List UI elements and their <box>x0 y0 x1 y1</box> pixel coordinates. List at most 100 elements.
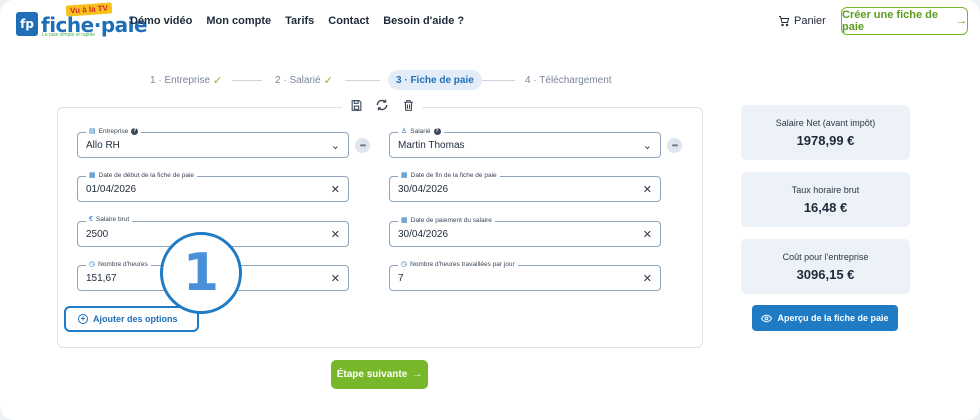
date-fin-label-wrap: ▦ Date de fin de la fiche de paie <box>398 171 500 179</box>
clock-icon: ◷ <box>401 261 408 268</box>
entreprise-value: Allo RH <box>86 140 120 151</box>
date-debut-label-wrap: ▦ Date de début de la fiche de paie <box>86 171 198 179</box>
card-toolbar <box>342 97 422 113</box>
arrow-right-icon: → <box>956 15 967 27</box>
employer-cost-value: 3096,15 € <box>796 267 855 282</box>
date-debut-input[interactable]: ▦ Date de début de la fiche de paie 01/0… <box>77 171 349 202</box>
clear-icon[interactable]: ✕ <box>331 272 340 285</box>
date-debut-label: Date de début de la fiche de paie <box>98 171 195 179</box>
clear-icon[interactable]: ✕ <box>643 272 652 285</box>
annotation-callout: 1 <box>160 232 242 314</box>
date-paiement-value: 30/04/2026 <box>398 229 449 240</box>
nav-item-contact[interactable]: Contact <box>328 15 369 27</box>
heures-value: 151,67 <box>86 273 117 284</box>
clear-icon[interactable]: ✕ <box>643 183 652 196</box>
payslip-preview-label: Aperçu de la fiche de paie <box>777 313 889 323</box>
eye-icon <box>761 314 773 322</box>
step-label: 1 · Entreprise <box>150 74 211 86</box>
refresh-icon[interactable] <box>374 97 390 113</box>
date-fin-label: Date de fin de la fiche de paie <box>410 171 497 179</box>
plus-circle-icon: + <box>78 314 88 324</box>
entreprise-more-button[interactable]: ••• <box>355 138 370 153</box>
step-connector <box>482 80 515 81</box>
salarie-more-button[interactable]: ••• <box>667 138 682 153</box>
hourly-rate-card: Taux horaire brut 16,48 € <box>741 172 910 227</box>
clear-icon[interactable]: ✕ <box>331 183 340 196</box>
nav-item-pricing[interactable]: Tarifs <box>285 15 314 27</box>
create-payslip-label: Créer une fiche de paie <box>842 9 938 33</box>
salaire-brut-label-wrap: € Salaire brut <box>86 216 133 223</box>
logo-tagline: La paie simple et rapide <box>42 32 96 38</box>
nav-item-help[interactable]: Besoin d'aide ? <box>383 15 464 27</box>
payslip-preview-button[interactable]: Aperçu de la fiche de paie <box>752 305 898 331</box>
logo[interactable]: fp fiche·paie Vu à la TV La paie simple … <box>16 2 148 38</box>
heures-jour-input[interactable]: ◷ Nombre d'heures travaillées par jour 7… <box>389 260 661 291</box>
help-icon[interactable]: ? <box>433 127 441 135</box>
annotation-number: 1 <box>182 243 220 303</box>
clock-icon: ◷ <box>89 261 96 268</box>
entreprise-label: Entreprise <box>98 127 129 135</box>
date-fin-value: 30/04/2026 <box>398 184 449 195</box>
nav-item-account[interactable]: Mon compte <box>206 15 271 27</box>
trash-icon[interactable] <box>400 97 416 113</box>
calendar-icon: ▦ <box>401 172 408 179</box>
date-paiement-input[interactable]: ▦ Date de paiement du salaire 30/04/2026… <box>389 216 661 247</box>
app-frame: fp fiche·paie Vu à la TV La paie simple … <box>0 0 980 420</box>
save-icon[interactable] <box>348 97 364 113</box>
salarie-label: Salarié <box>410 127 431 135</box>
heures-jour-label-wrap: ◷ Nombre d'heures travaillées par jour <box>398 260 518 268</box>
step-connector <box>232 80 262 81</box>
header: fp fiche·paie Vu à la TV La paie simple … <box>0 0 980 44</box>
heures-label: Nombre d'heures <box>98 260 148 268</box>
user-icon: ♙ <box>401 128 408 135</box>
entreprise-select[interactable]: ▤ Entreprise ? Allo RH ⌄ <box>77 127 349 158</box>
date-paiement-label-wrap: ▦ Date de paiement du salaire <box>398 216 495 224</box>
clear-icon[interactable]: ✕ <box>331 228 340 241</box>
help-icon[interactable]: ? <box>131 127 139 135</box>
clear-icon[interactable]: ✕ <box>643 228 652 241</box>
hourly-rate-value: 16,48 € <box>803 200 848 215</box>
step-telechargement[interactable]: 4 · Téléchargement <box>525 70 612 90</box>
date-debut-value: 01/04/2026 <box>86 184 137 195</box>
stepper: 1 · Entreprise ✓ 2 · Salarié ✓ 3 · Fiche… <box>0 70 980 90</box>
check-icon: ✓ <box>323 74 333 87</box>
step-salarie[interactable]: 2 · Salarié ✓ <box>275 70 333 90</box>
date-paiement-label: Date de paiement du salaire <box>410 216 492 224</box>
net-salary-value: 1978,99 € <box>796 133 855 148</box>
step-connector <box>345 80 380 81</box>
chevron-down-icon[interactable]: ⌄ <box>643 139 652 152</box>
heures-jour-label: Nombre d'heures travaillées par jour <box>410 260 515 268</box>
step-label: 4 · Téléchargement <box>525 74 612 86</box>
building-icon: ▤ <box>89 128 96 135</box>
main-nav: Démo vidéo Mon compte Tarifs Contact Bes… <box>130 15 464 27</box>
employer-cost-label: Coût pour l'entreprise <box>782 252 869 262</box>
step-entreprise[interactable]: 1 · Entreprise ✓ <box>150 70 222 90</box>
chevron-down-icon[interactable]: ⌄ <box>331 139 340 152</box>
check-icon: ✓ <box>213 74 223 87</box>
salaire-brut-label: Salaire brut <box>95 216 130 223</box>
cart-label: Panier <box>794 15 826 27</box>
salarie-label-wrap: ♙ Salarié ? <box>398 127 444 135</box>
cart-icon <box>779 16 790 27</box>
next-step-button[interactable]: Étape suivante → <box>331 360 428 389</box>
create-payslip-button[interactable]: Créer une fiche de paie → <box>841 7 968 35</box>
cart-link[interactable]: Panier <box>778 15 826 27</box>
nav-item-demo[interactable]: Démo vidéo <box>130 15 192 27</box>
heures-label-wrap: ◷ Nombre d'heures <box>86 260 151 268</box>
step-fiche-de-paie[interactable]: 3 · Fiche de paie <box>388 70 482 90</box>
add-options-button[interactable]: + Ajouter des options <box>64 306 199 332</box>
calendar-icon: ▦ <box>89 172 96 179</box>
calendar-icon: ▦ <box>401 217 408 224</box>
entreprise-label-wrap: ▤ Entreprise ? <box>86 127 142 135</box>
net-salary-label: Salaire Net (avant impôt) <box>775 118 876 128</box>
date-fin-input[interactable]: ▦ Date de fin de la fiche de paie 30/04/… <box>389 171 661 202</box>
next-step-label: Étape suivante <box>336 369 408 380</box>
euro-icon: € <box>89 216 93 223</box>
hourly-rate-label: Taux horaire brut <box>791 185 860 195</box>
salarie-select[interactable]: ♙ Salarié ? Martin Thomas ⌄ <box>389 127 661 158</box>
step-label: 3 · Fiche de paie <box>396 74 474 86</box>
salarie-value: Martin Thomas <box>398 140 465 151</box>
arrow-right-icon: → <box>412 369 423 380</box>
step-label: 2 · Salarié <box>275 74 321 86</box>
heures-jour-value: 7 <box>398 273 404 284</box>
